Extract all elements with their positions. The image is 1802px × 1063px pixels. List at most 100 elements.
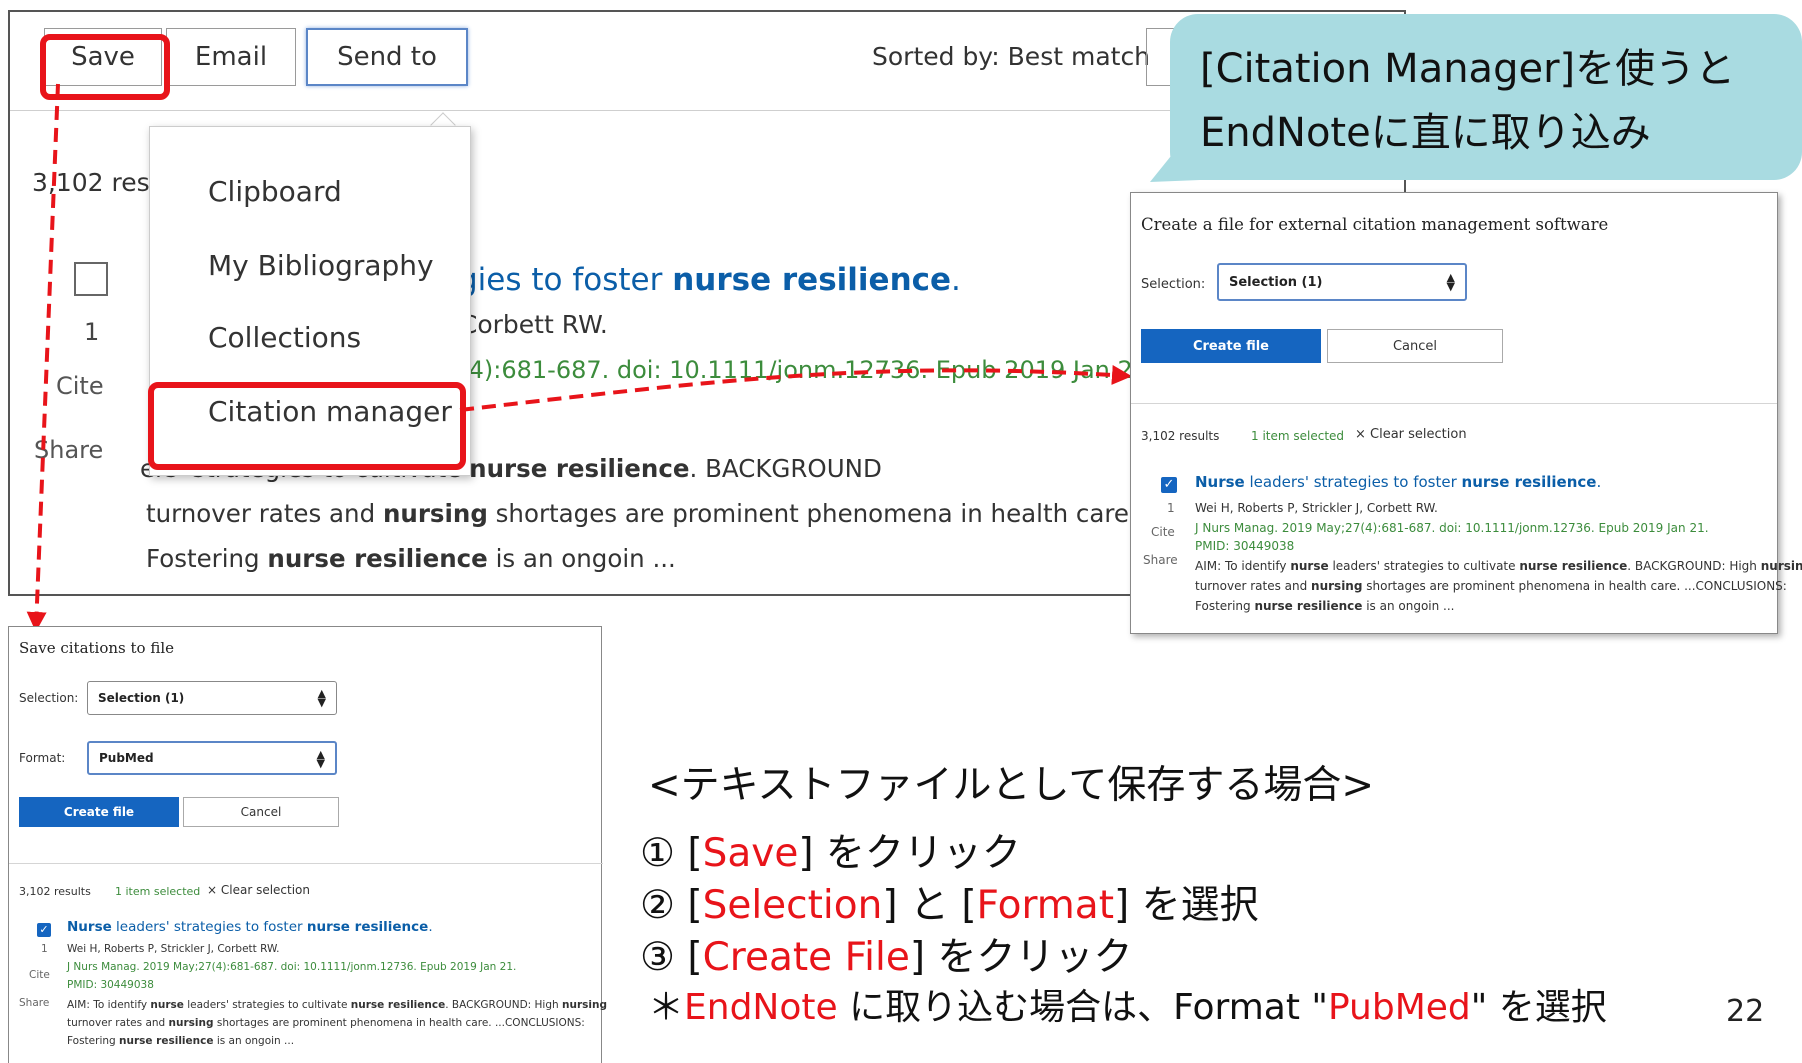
select-arrows-icon: ▲ ▼ (1446, 271, 1455, 293)
step-text: ] と [ (882, 883, 977, 928)
cancel-button[interactable]: Cancel (183, 797, 339, 827)
step-text: ③ [ (640, 935, 703, 980)
result-authors: Wei H, Roberts P, Strickler J, Corbett R… (1195, 501, 1438, 515)
instructions-heading: <テキストファイルとして保存する場合> (648, 763, 1375, 808)
result-title-link[interactable]: Nurse leaders' strategies to foster nurs… (67, 919, 433, 935)
title-part: . (1596, 473, 1602, 491)
dialog-title: Save citations to file (19, 639, 174, 657)
result-number: 1 (1167, 501, 1175, 515)
checkbox-checked-icon[interactable]: ✓ (1161, 477, 1177, 493)
cite-link[interactable]: Cite (1151, 525, 1175, 539)
note-keyword: PubMed (1327, 987, 1471, 1028)
abstract-snippet: AIM: To identify nurse leaders' strategi… (1195, 559, 1802, 573)
selection-select[interactable]: Selection (1) ▲ ▼ (87, 681, 337, 715)
title-part: leaders' strategies to foster (1244, 473, 1462, 491)
selection-select[interactable]: Selection (1) ▲ ▼ (1217, 263, 1467, 301)
step-text: ① [ (640, 831, 703, 876)
abstract-snippet: Fostering nurse resilience is an ongoin … (67, 1035, 294, 1047)
format-value: PubMed (99, 751, 154, 765)
note-text: ＊ (648, 987, 685, 1028)
abstract-highlight: nursing (1760, 559, 1802, 573)
result-journal: J Nurs Manag. 2019 May;27(4):681-687. do… (67, 961, 517, 973)
cancel-button[interactable]: Cancel (1327, 329, 1503, 363)
select-arrows-icon: ▲ ▼ (317, 687, 326, 709)
clear-selection-link[interactable]: × Clear selection (1355, 427, 1467, 442)
abstract-text: Fostering (67, 1035, 120, 1047)
abstract-highlight: nursing (562, 999, 607, 1011)
share-link[interactable]: Share (1143, 553, 1178, 567)
result-title-link[interactable]: Nurse leaders' strategies to foster nurs… (1195, 473, 1601, 491)
dialog-divider (9, 863, 603, 864)
result-pmid: PMID: 30449038 (1195, 539, 1295, 553)
share-link[interactable]: Share (19, 997, 49, 1009)
step-text: ] をクリック (909, 935, 1133, 980)
checkbox-checked-icon[interactable]: ✓ (37, 923, 51, 937)
abstract-highlight: nurse resilience (1519, 559, 1628, 573)
title-part: leaders' strategies to foster (111, 919, 307, 935)
create-file-button[interactable]: Create file (1141, 329, 1321, 363)
format-select[interactable]: PubMed ▲ ▼ (87, 741, 337, 775)
cite-link[interactable]: Cite (29, 969, 50, 981)
result-pmid: PMID: 30449038 (67, 979, 154, 991)
arrow-citation-to-dialog (459, 364, 1132, 412)
selection-label: Selection: (1141, 277, 1206, 292)
abstract-text: is an ongoin ... (213, 1035, 295, 1047)
result-journal: J Nurs Manag. 2019 May;27(4):681-687. do… (1195, 521, 1709, 535)
results-count: 3,102 results (19, 885, 91, 898)
abstract-highlight: nursing (168, 1017, 214, 1029)
abstract-highlight: nursing (1311, 579, 1363, 593)
selected-count: 1 item selected (1251, 429, 1345, 443)
abstract-text: leaders' strategies to cultivate (183, 999, 351, 1011)
abstract-text: turnover rates and (1195, 579, 1312, 593)
selected-count: 1 item selected (115, 885, 201, 898)
abstract-snippet: turnover rates and nursing shortages are… (1195, 579, 1787, 593)
instruction-note: ＊EndNote に取り込む場合は、Format "PubMed" を選択 (648, 978, 1607, 1030)
abstract-text: leaders' strategies to cultivate (1328, 559, 1520, 573)
dialog-divider (1131, 403, 1777, 404)
abstract-highlight: nurse resilience (119, 1035, 214, 1047)
results-count: 3,102 results (1141, 429, 1220, 443)
save-citations-dialog: Save citations to file Selection: Select… (8, 626, 607, 1063)
title-highlight: nurse resilience (306, 919, 429, 935)
abstract-highlight: nurse (1290, 559, 1329, 573)
selection-label: Selection: (19, 691, 79, 705)
arrow-save-to-dialog (26, 83, 60, 632)
abstract-highlight: nurse (150, 999, 184, 1011)
select-arrows-icon: ▲ ▼ (316, 748, 325, 770)
title-part: . (428, 919, 433, 935)
abstract-snippet: Fostering nurse resilience is an ongoin … (1195, 599, 1455, 613)
selection-value: Selection (1) (98, 691, 185, 705)
instruction-step-3: ③ [Create File] をクリック (640, 926, 1132, 982)
note-text: に取り込む場合は、Format " (837, 987, 1328, 1028)
clear-selection-link[interactable]: × Clear selection (207, 883, 310, 897)
result-authors: Wei H, Roberts P, Strickler J, Corbett R… (67, 943, 280, 955)
citation-manager-dialog: Create a file for external citation mana… (1130, 192, 1802, 634)
instruction-step-2: ② [Selection] と [Format] を選択 (640, 874, 1259, 930)
result-number: 1 (41, 943, 48, 955)
selection-value: Selection (1) (1229, 274, 1323, 290)
step-keyword: Selection (702, 883, 883, 928)
abstract-snippet: AIM: To identify nurse leaders' strategi… (67, 999, 607, 1011)
step-text: ] をクリック (798, 831, 1021, 876)
dialog-title: Create a file for external citation mana… (1141, 215, 1609, 234)
abstract-snippet: turnover rates and nursing shortages are… (67, 1017, 585, 1029)
abstract-text: is an ongoin ... (1362, 599, 1455, 613)
callout-text: [Citation Manager]を使うと (1200, 46, 1736, 92)
abstract-text: AIM: To identify (67, 999, 151, 1011)
note-text: " を選択 (1470, 987, 1607, 1028)
page-number: 22 (1726, 994, 1765, 1029)
create-file-button[interactable]: Create file (19, 797, 179, 827)
abstract-text: turnover rates and (67, 1017, 169, 1029)
step-keyword: Save (702, 831, 799, 876)
title-highlight: Nurse (67, 919, 112, 935)
abstract-text: shortages are prominent phenomena in hea… (213, 1017, 585, 1029)
instruction-step-1: ① [Save] をクリック (640, 822, 1021, 878)
abstract-highlight: nurse resilience (1254, 599, 1363, 613)
step-keyword: Format (976, 883, 1114, 928)
callout-text: EndNoteに直に取り込み (1200, 110, 1651, 156)
abstract-text: . BACKGROUND: High (445, 999, 562, 1011)
step-text: ] を選択 (1113, 883, 1259, 928)
abstract-text: shortages are prominent phenomena in hea… (1362, 579, 1787, 593)
abstract-text: Fostering (1195, 599, 1255, 613)
step-text: ② [ (640, 883, 703, 928)
